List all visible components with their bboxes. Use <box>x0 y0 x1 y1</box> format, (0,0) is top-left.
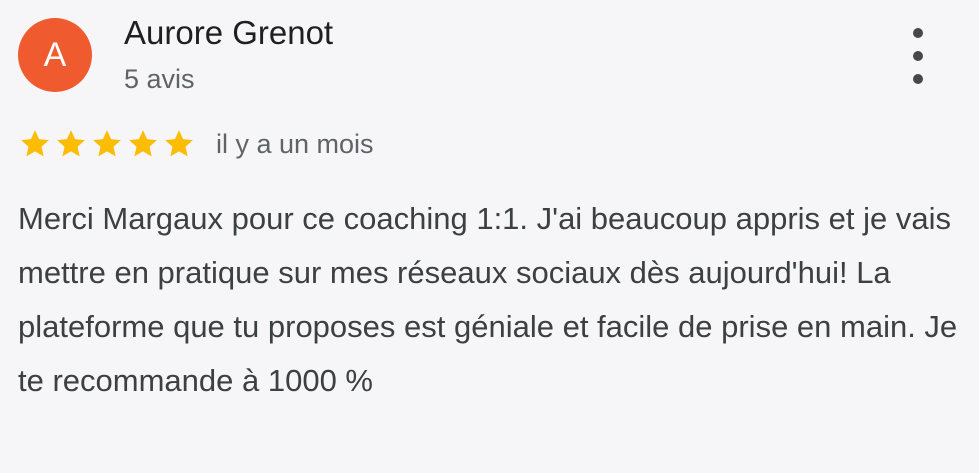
avatar[interactable]: A <box>18 18 92 92</box>
star-icon <box>21 130 49 157</box>
reviewer-review-count: 5 avis <box>124 64 195 94</box>
more-vert-icon-dot <box>913 74 923 84</box>
review-date: il y a un mois <box>216 128 374 159</box>
star-icon <box>165 130 193 157</box>
star-icon <box>57 130 85 157</box>
avatar-letter: A <box>43 35 67 74</box>
reviewer-name[interactable]: Aurore Grenot <box>124 14 333 52</box>
more-vert-icon-dot <box>913 51 923 61</box>
star-icon <box>93 130 121 157</box>
review-text: Merci Margaux pour ce coaching 1:1. J'ai… <box>18 201 958 398</box>
review-card: A Aurore Grenot 5 avis il y a un mois Me… <box>0 0 979 473</box>
more-options-button[interactable] <box>900 28 936 84</box>
star-rating <box>18 127 196 161</box>
star-icon <box>129 130 157 157</box>
rating-row: il y a un mois <box>18 124 374 164</box>
more-vert-icon <box>913 28 923 38</box>
